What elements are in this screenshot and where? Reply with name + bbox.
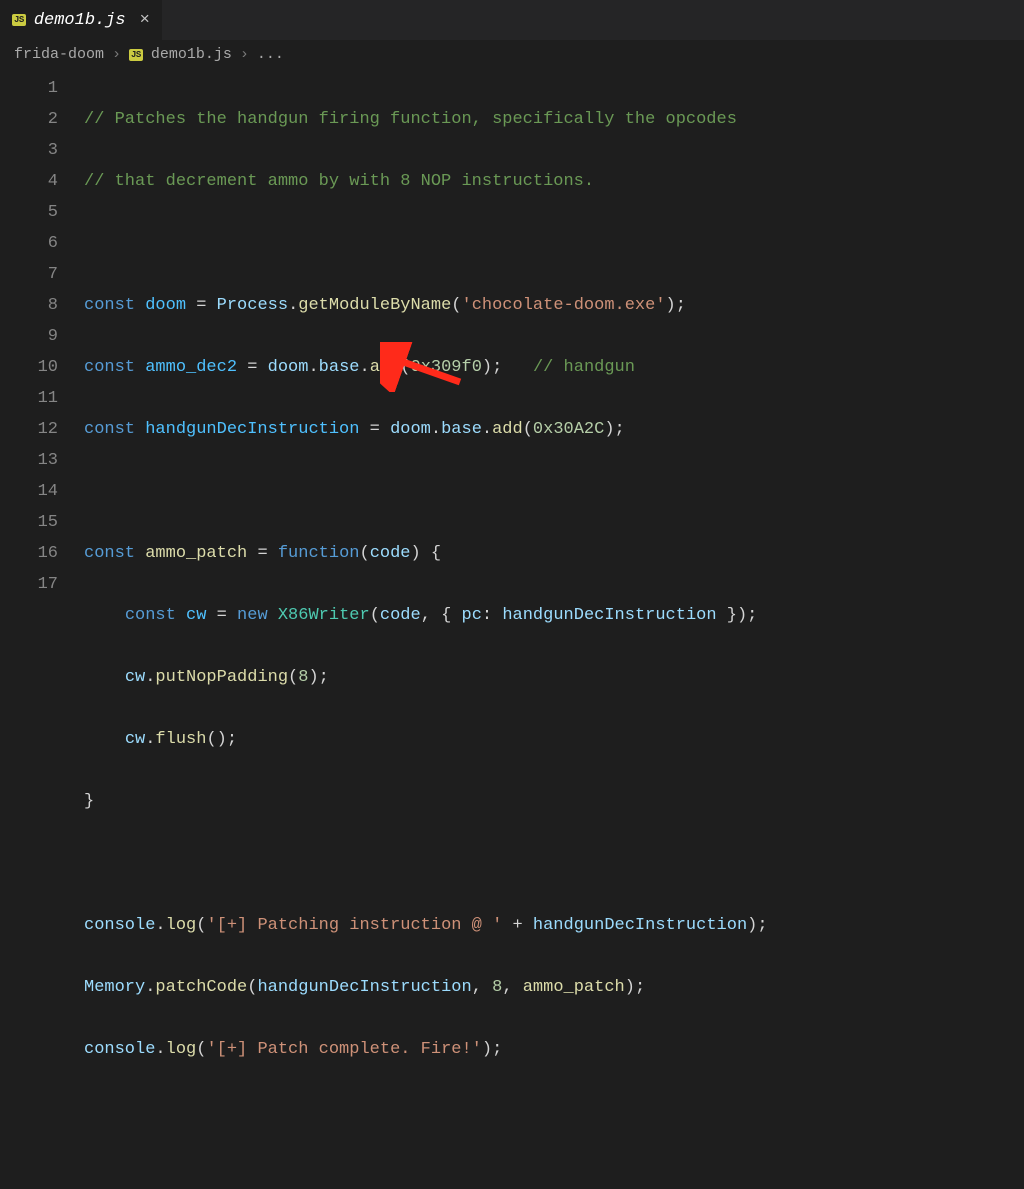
identifier: Memory (84, 978, 145, 997)
keyword: const (125, 606, 176, 625)
identifier: handgunDecInstruction (502, 606, 716, 625)
identifier: ammo_patch (523, 978, 625, 997)
function-call: add (370, 358, 401, 377)
identifier: ammo_dec2 (145, 358, 237, 377)
property: pc (462, 606, 482, 625)
identifier: code (380, 606, 421, 625)
editor-tab[interactable]: JS demo1b.js × (0, 0, 162, 40)
identifier: Process (217, 296, 288, 315)
keyword: const (84, 544, 135, 563)
number-literal: 0x309f0 (411, 358, 482, 377)
identifier: console (84, 916, 155, 935)
string-literal: '[+] Patching instruction @ ' (206, 916, 502, 935)
code-area[interactable]: // Patches the handgun firing function, … (84, 73, 1024, 1189)
identifier: handgunDecInstruction (257, 978, 471, 997)
string-literal: '[+] Patch complete. Fire!' (206, 1040, 481, 1059)
keyword: const (84, 296, 135, 315)
function-call: patchCode (155, 978, 247, 997)
keyword: const (84, 420, 135, 439)
identifier: handgunDecInstruction (145, 420, 359, 439)
function-call: getModuleByName (298, 296, 451, 315)
js-file-icon: JS (12, 14, 26, 26)
function-call: putNopPadding (155, 668, 288, 687)
property: base (319, 358, 360, 377)
breadcrumb-more[interactable]: ... (257, 46, 284, 63)
identifier: cw (125, 730, 145, 749)
function-call: flush (155, 730, 206, 749)
breadcrumb-root[interactable]: frida-doom (14, 46, 104, 63)
identifier: ammo_patch (145, 544, 247, 563)
keyword: new (237, 606, 268, 625)
parameter: code (370, 544, 411, 563)
property: base (441, 420, 482, 439)
identifier: doom (390, 420, 431, 439)
number-literal: 8 (492, 978, 502, 997)
function-call: log (166, 1040, 197, 1059)
line-number-gutter: 1234567891011121314151617 (0, 73, 84, 1189)
identifier: doom (268, 358, 309, 377)
js-file-icon: JS (129, 49, 143, 61)
tab-label: demo1b.js (34, 11, 126, 30)
number-literal: 0x30A2C (533, 420, 604, 439)
identifier: handgunDecInstruction (533, 916, 747, 935)
identifier: console (84, 1040, 155, 1059)
number-literal: 8 (298, 668, 308, 687)
code-comment: // that decrement ammo by with 8 NOP ins… (84, 172, 594, 191)
function-call: add (492, 420, 523, 439)
chevron-right-icon: › (240, 46, 249, 63)
chevron-right-icon: › (112, 46, 121, 63)
code-editor[interactable]: 1234567891011121314151617 // Patches the… (0, 69, 1024, 1189)
string-literal: 'chocolate-doom.exe' (462, 296, 666, 315)
keyword: const (84, 358, 135, 377)
type: X86Writer (278, 606, 370, 625)
code-comment: // Patches the handgun firing function, … (84, 110, 737, 129)
breadcrumb[interactable]: frida-doom › JS demo1b.js › ... (0, 40, 1024, 69)
tab-bar: JS demo1b.js × (0, 0, 1024, 40)
code-comment: // handgun (533, 358, 635, 377)
identifier: cw (125, 668, 145, 687)
function-call: log (166, 916, 197, 935)
identifier: cw (186, 606, 206, 625)
identifier: doom (145, 296, 186, 315)
keyword: function (278, 544, 360, 563)
breadcrumb-file[interactable]: demo1b.js (151, 46, 232, 63)
close-icon[interactable]: × (140, 11, 150, 30)
